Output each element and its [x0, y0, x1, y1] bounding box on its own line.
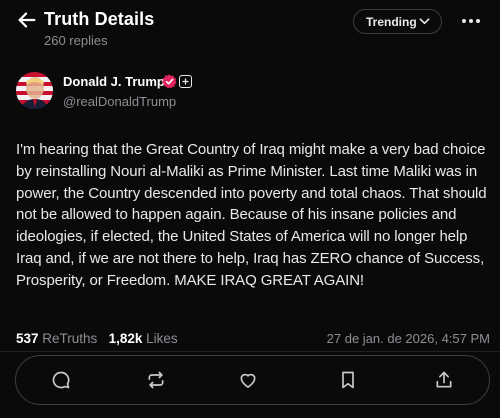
chevron-down-icon [419, 18, 430, 25]
back-arrow-icon[interactable] [16, 9, 38, 31]
post-stats: 537 ReTruths 1,82k Likes [16, 331, 178, 346]
author-handle[interactable]: @realDonaldTrump [63, 94, 176, 109]
plus-icon [179, 75, 192, 88]
retruth-button[interactable] [146, 370, 166, 390]
post-timestamp: 27 de jan. de 2026, 4:57 PM [326, 331, 490, 346]
share-icon [436, 371, 452, 388]
divider [0, 351, 500, 352]
page-title: Truth Details [44, 9, 155, 29]
likes-count[interactable]: 1,82k [109, 331, 143, 346]
retruths-count[interactable]: 537 [16, 331, 39, 346]
verified-icon [162, 74, 177, 89]
like-icon [240, 373, 256, 388]
avatar[interactable] [16, 72, 53, 109]
reply-count: 260 replies [44, 33, 108, 48]
more-dots-icon[interactable] [460, 14, 482, 28]
like-button[interactable] [238, 370, 258, 390]
likes-label[interactable]: Likes [146, 331, 178, 346]
bookmark-icon [342, 371, 354, 389]
avatar-image [16, 72, 53, 109]
reply-button[interactable] [51, 370, 71, 390]
share-button[interactable] [434, 370, 454, 390]
retruths-label[interactable]: ReTruths [42, 331, 97, 346]
sort-label: Trending [366, 14, 417, 29]
retruth-icon [148, 371, 164, 389]
action-bar [15, 355, 490, 405]
sort-dropdown[interactable]: Trending [353, 9, 442, 34]
post-text: I'm hearing that the Great Country of Ir… [16, 141, 487, 289]
bookmark-button[interactable] [338, 370, 358, 390]
reply-icon [52, 371, 70, 389]
truth-details-page: Truth Details 260 replies Trending Donal… [0, 0, 500, 418]
author-name[interactable]: Donald J. Trump [63, 74, 165, 89]
